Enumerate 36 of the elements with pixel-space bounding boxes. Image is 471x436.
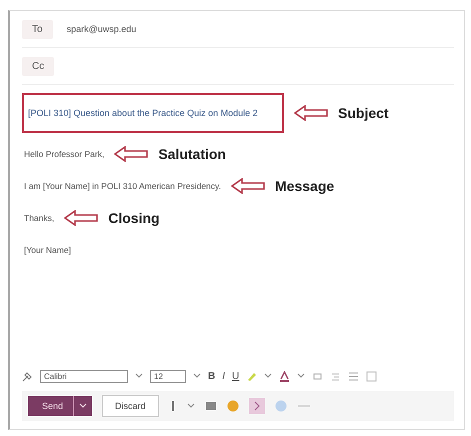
message-line: I am [Your Name] in POLI 310 American Presidency. bbox=[24, 181, 222, 191]
left-arrow-icon bbox=[64, 210, 98, 226]
emoji-icon[interactable] bbox=[226, 400, 239, 412]
caret-icon bbox=[135, 373, 143, 379]
left-arrow-icon bbox=[294, 105, 328, 121]
caret-icon bbox=[297, 373, 306, 379]
subject-field[interactable]: [POLI 310] Question about the Practice Quiz on Module 2 bbox=[22, 93, 284, 133]
left-arrow-icon bbox=[114, 146, 148, 162]
message-line: Thanks, bbox=[24, 213, 54, 223]
italic-button[interactable]: I bbox=[222, 370, 226, 382]
message-line: Hello Professor Park, bbox=[24, 149, 104, 159]
annotation-label: Closing bbox=[108, 210, 160, 226]
discard-button[interactable]: Discard bbox=[102, 395, 159, 417]
list-icon[interactable] bbox=[348, 370, 360, 382]
font-size-field[interactable]: 12 bbox=[150, 370, 186, 382]
caret-icon bbox=[264, 373, 272, 379]
caret-icon bbox=[186, 403, 195, 409]
indent-icon[interactable] bbox=[330, 370, 342, 382]
message-line: [Your Name] bbox=[24, 245, 71, 255]
send-button[interactable]: Send bbox=[28, 396, 92, 416]
caret-icon bbox=[79, 403, 88, 409]
font-color-icon[interactable] bbox=[279, 370, 290, 382]
cc-button[interactable]: Cc bbox=[22, 56, 54, 76]
highlighter-icon[interactable] bbox=[246, 370, 258, 382]
left-arrow-icon bbox=[231, 178, 266, 194]
recipient-address: spark@uwsp.edu bbox=[66, 24, 136, 34]
bold-button[interactable]: B bbox=[208, 370, 216, 382]
to-button[interactable]: To bbox=[22, 20, 53, 38]
font-field[interactable]: Calibri bbox=[40, 370, 128, 382]
underline-button[interactable]: U bbox=[232, 370, 240, 382]
annotation-label: Subject bbox=[338, 105, 389, 121]
format-painter-icon[interactable] bbox=[22, 370, 33, 382]
image-icon[interactable] bbox=[204, 401, 217, 411]
caret-icon bbox=[193, 373, 201, 379]
annotation-label: Salutation bbox=[158, 146, 226, 162]
annotation-label: Message bbox=[275, 178, 334, 194]
